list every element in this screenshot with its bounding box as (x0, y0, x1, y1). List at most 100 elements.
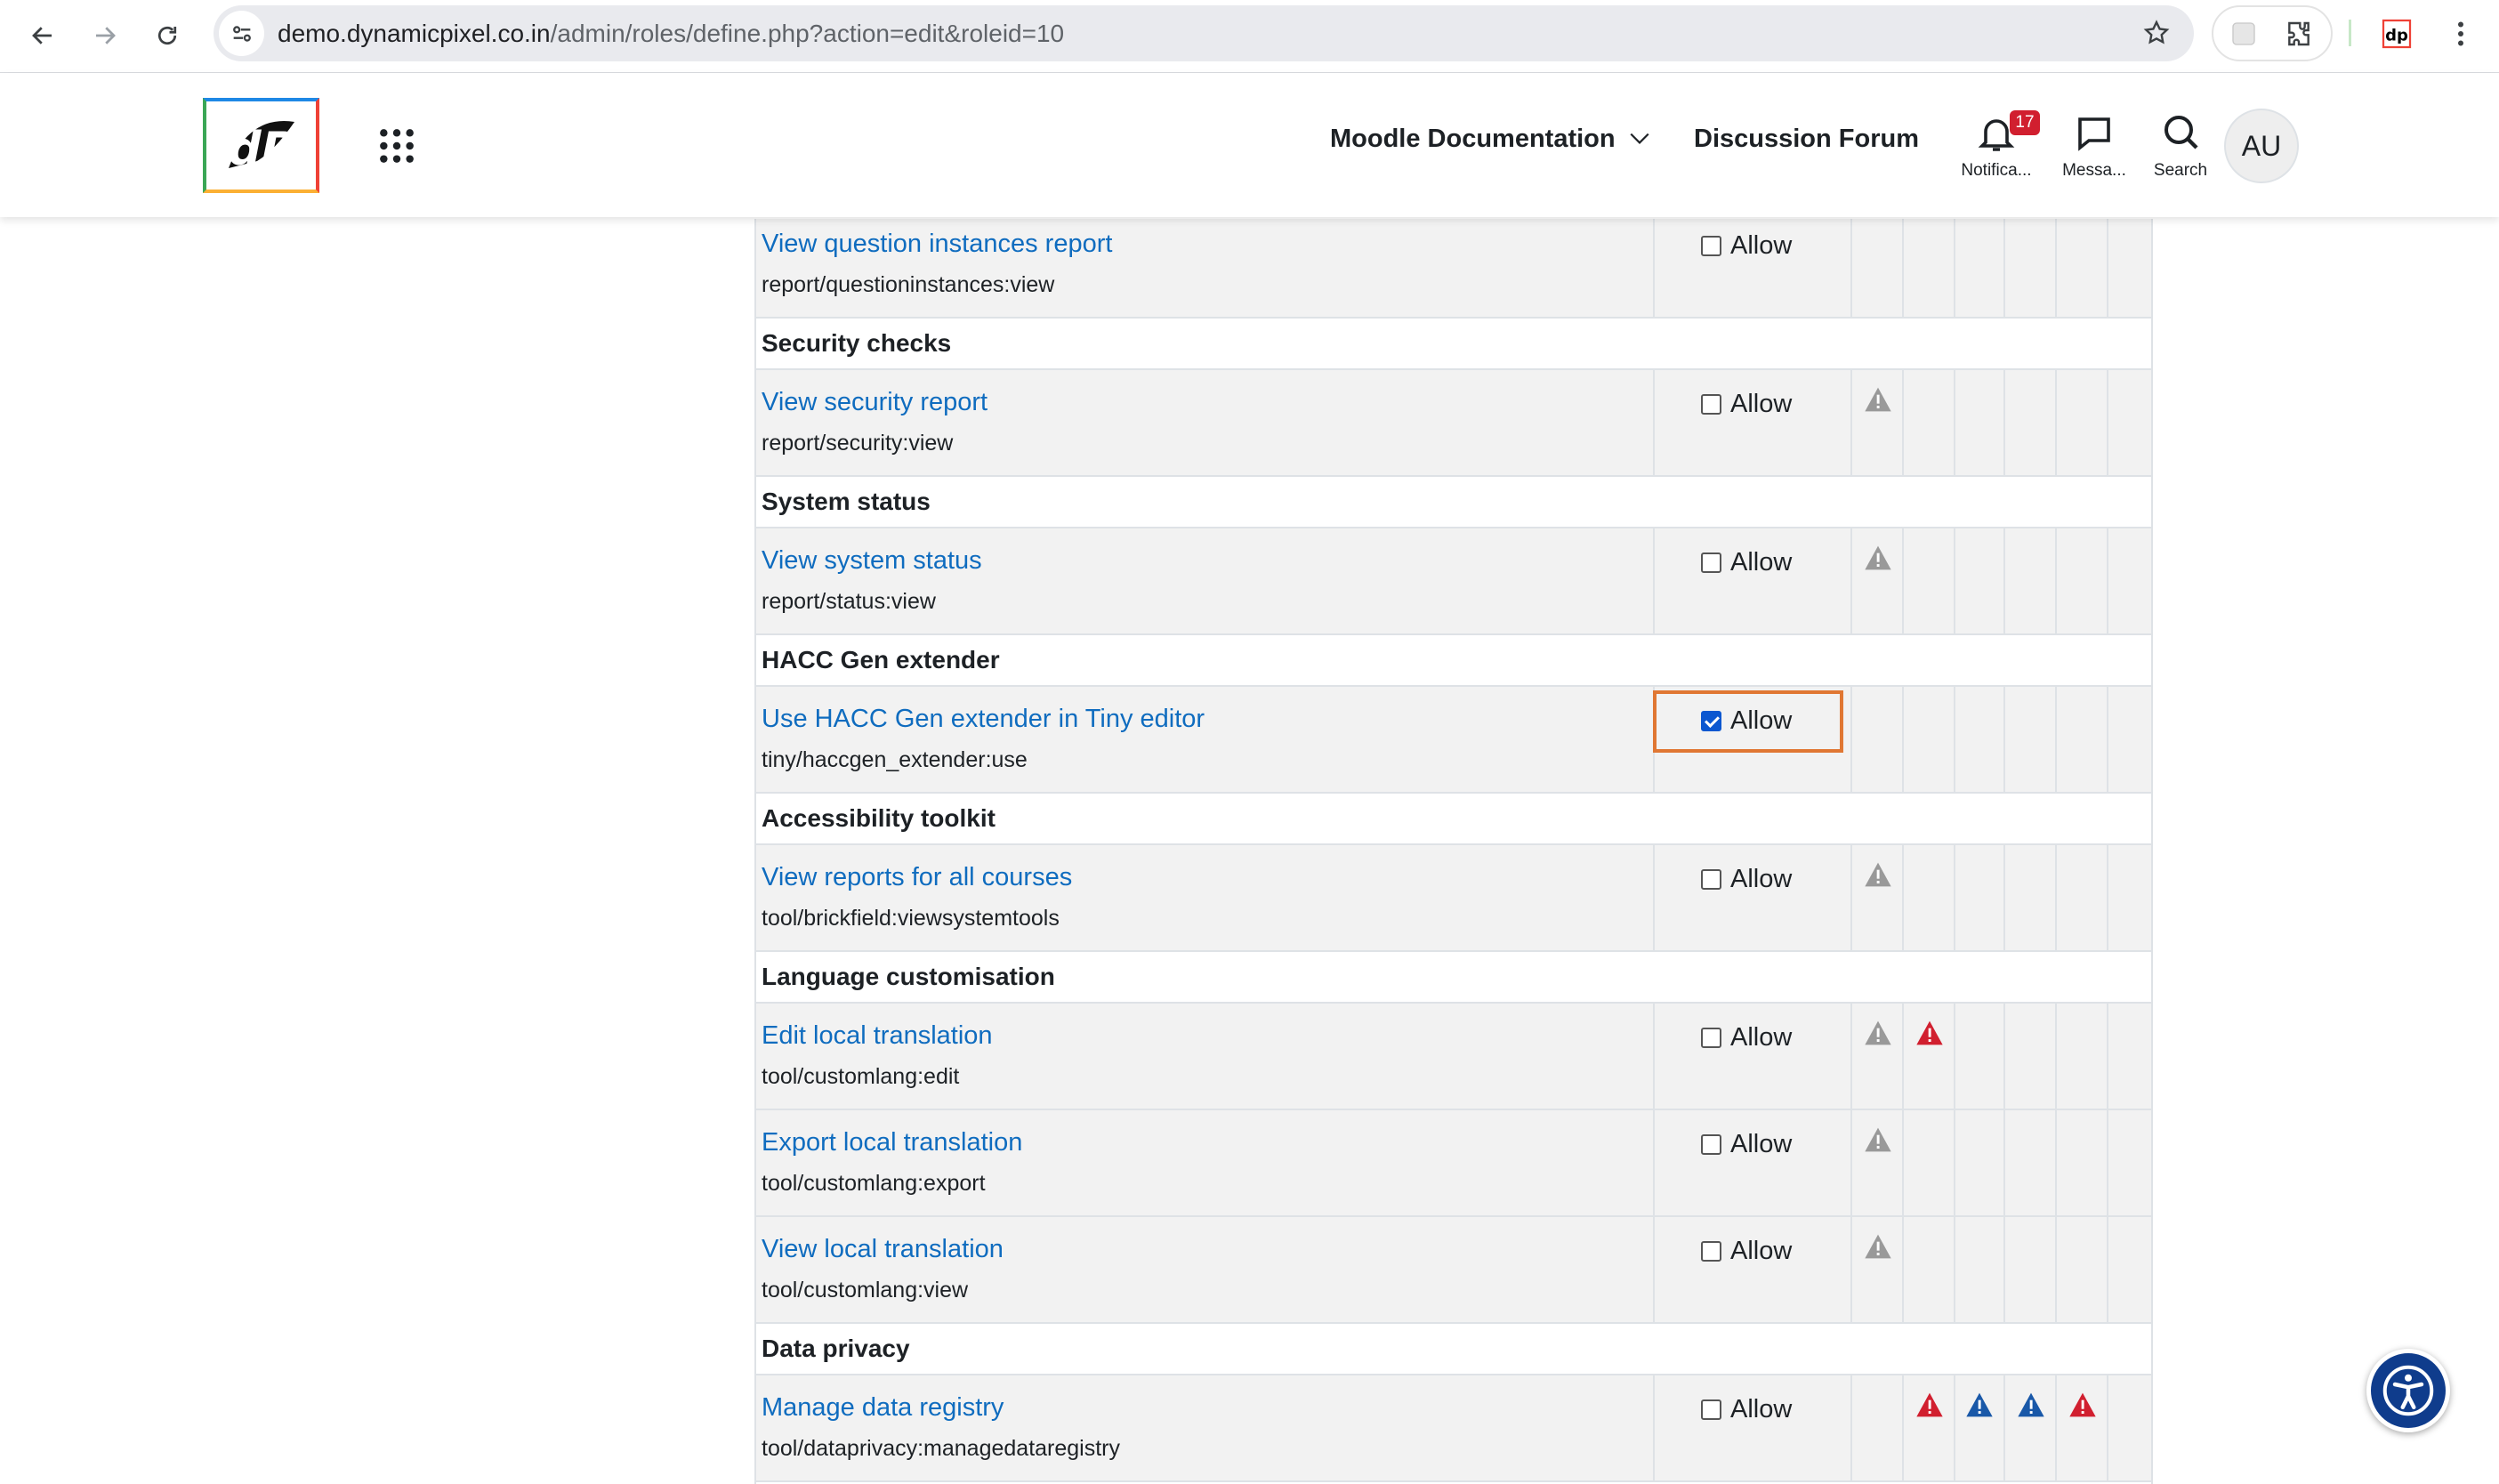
allow-checkbox[interactable] (1701, 1133, 1721, 1155)
forward-icon[interactable] (82, 12, 128, 59)
column-divider (2107, 1004, 2108, 1109)
allow-checkbox[interactable] (1701, 1399, 1721, 1420)
capability-name-link[interactable]: Manage data registry (762, 1393, 1004, 1423)
moodle-docs-menu[interactable]: Moodle Documentation (1330, 121, 1651, 157)
capability-row: View question instances report report/que… (756, 219, 2151, 319)
group-title: Data privacy (762, 1335, 910, 1362)
group-header-row: Language customisation (756, 952, 2151, 1004)
address-bar[interactable]: demo.dynamicpixel.co.in/admin/roles/defi… (214, 5, 2194, 61)
risk-warning-icon[interactable] (1915, 1020, 1944, 1046)
risk-warning-icon[interactable] (2068, 1391, 2097, 1418)
capability-row: View system status report/status:view Allo… (756, 528, 2151, 635)
capability-id: report/status:view (762, 589, 936, 614)
risk-warning-icon[interactable] (1864, 1233, 1892, 1260)
risk-warning-icon[interactable] (1864, 386, 1892, 413)
allow-checkbox[interactable] (1701, 393, 1721, 415)
site-info-icon[interactable] (219, 11, 264, 56)
capability-name-link[interactable]: Edit local translation (762, 1021, 993, 1051)
column-divider (2107, 1110, 2108, 1215)
allow-checkbox[interactable] (1701, 1027, 1721, 1048)
app-grid-icon[interactable] (377, 126, 416, 170)
chevron-down-icon (1630, 133, 1649, 144)
search-button[interactable]: Search (2132, 112, 2229, 192)
allow-checkbox-label[interactable]: Allow (1701, 1393, 1792, 1425)
column-divider (2107, 845, 2108, 950)
group-title: Language customisation (762, 963, 1055, 990)
risk-warning-icon[interactable] (1864, 1020, 1892, 1046)
risk-warning-icon[interactable] (1915, 1391, 1944, 1418)
allow-checkbox-label[interactable]: Allow (1701, 230, 1792, 262)
allow-checkbox-label[interactable]: Allow (1701, 388, 1792, 420)
risk-warning-icon[interactable] (1864, 861, 1892, 888)
reload-icon[interactable] (144, 12, 190, 59)
extensions-pill (2212, 5, 2333, 61)
allow-label: Allow (1730, 1129, 1793, 1158)
column-divider (1954, 1375, 1955, 1480)
column-divider (2055, 1217, 2057, 1322)
moodle-docs-label: Moodle Documentation (1330, 125, 1616, 153)
column-divider (1850, 219, 1852, 317)
allow-checkbox[interactable] (1701, 235, 1721, 256)
allow-checkbox-label[interactable]: Allow (1701, 1128, 1792, 1160)
column-divider (2107, 370, 2108, 475)
discussion-forum-link[interactable]: Discussion Forum (1694, 121, 1919, 157)
capability-id: report/security:view (762, 431, 954, 456)
capability-name-link[interactable]: View reports for all courses (762, 863, 1072, 892)
column-divider (2003, 219, 2005, 317)
capability-row: View local translation tool/customlang:vi… (756, 1217, 2151, 1324)
column-divider (2003, 1217, 2005, 1322)
search-icon (2164, 116, 2198, 149)
capability-name-link[interactable]: Use HACC Gen extender in Tiny editor (762, 705, 1205, 734)
search-label: Search (2153, 161, 2208, 180)
capability-row: Use HACC Gen extender in Tiny editor tiny… (756, 687, 2151, 794)
allow-checkbox-label[interactable]: Allow (1701, 1235, 1792, 1267)
capability-name-link[interactable]: Export local translation (762, 1128, 1022, 1157)
column-divider (2055, 219, 2057, 317)
capability-id: tool/brickfield:viewsystemtools (762, 906, 1060, 931)
extension-icon[interactable] (2229, 20, 2258, 52)
column-divider (2055, 1375, 2057, 1480)
risk-warning-icon[interactable] (1864, 544, 1892, 571)
menu-kebab-icon[interactable] (2445, 18, 2477, 54)
puzzle-icon[interactable] (2285, 20, 2313, 52)
capability-name-link[interactable]: View system status (762, 546, 982, 576)
allow-label: Allow (1730, 547, 1793, 577)
allow-label: Allow (1730, 230, 1793, 260)
column-divider (1902, 528, 1904, 633)
risk-warning-icon[interactable] (1965, 1391, 1994, 1418)
column-divider (1954, 687, 1955, 792)
group-header-row: Security checks (756, 319, 2151, 370)
bookmark-star-icon[interactable] (2142, 19, 2171, 52)
svg-text:dp: dp (2385, 27, 2408, 45)
risk-warning-icon[interactable] (1864, 1126, 1892, 1153)
column-divider (1653, 1217, 1655, 1322)
group-title: Security checks (762, 329, 952, 357)
allow-checkbox[interactable] (1701, 868, 1721, 890)
user-avatar[interactable]: AU (2224, 109, 2299, 183)
profile-icon[interactable]: dp (2381, 18, 2413, 54)
allow-checkbox-label[interactable]: Allow (1701, 546, 1792, 578)
accessibility-button[interactable] (2366, 1349, 2450, 1432)
allow-label: Allow (1730, 864, 1793, 893)
risk-warning-icon[interactable] (2017, 1391, 2045, 1418)
column-divider (1954, 1110, 1955, 1215)
capability-name-link[interactable]: View local translation (762, 1235, 1004, 1264)
capability-name-link[interactable]: View security report (762, 388, 988, 417)
capability-id: tool/customlang:export (762, 1171, 986, 1196)
column-divider (1653, 1375, 1655, 1480)
messages-button[interactable]: Messa... (2045, 112, 2143, 192)
column-divider (1850, 687, 1852, 792)
column-divider (1902, 1110, 1904, 1215)
accessibility-icon (2382, 1365, 2434, 1416)
back-icon[interactable] (20, 12, 66, 59)
allow-checkbox-label[interactable]: Allow (1701, 863, 1792, 895)
capability-row: Manage data registry tool/dataprivacy:man… (756, 1375, 2151, 1482)
column-divider (1850, 528, 1852, 633)
column-divider (2055, 528, 2057, 633)
site-logo[interactable]: dP (203, 98, 319, 193)
allow-checkbox[interactable] (1701, 1240, 1721, 1262)
allow-checkbox[interactable] (1701, 552, 1721, 573)
allow-checkbox-label[interactable]: Allow (1701, 1021, 1792, 1053)
capability-name-link[interactable]: View question instances report (762, 230, 1112, 259)
column-divider (2003, 370, 2005, 475)
